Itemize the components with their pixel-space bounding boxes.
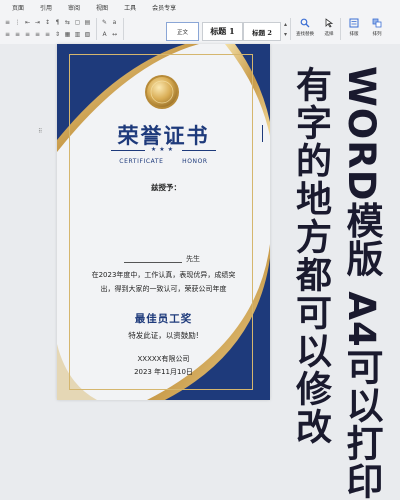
company-name: XXXXX有限公司 <box>137 355 190 363</box>
style-normal-label: 正文 <box>176 29 188 36</box>
title-rule-right <box>182 150 216 151</box>
menu-review[interactable]: 审阅 <box>60 0 88 14</box>
fill-icon[interactable]: ▧ <box>84 31 91 38</box>
sort-icon[interactable]: ↕ <box>44 19 51 26</box>
select-icon <box>325 18 334 28</box>
style-heading-2-label: 标题 2 <box>252 28 272 37</box>
promo-text-edit: 有字的地方都可以修改 <box>290 66 331 446</box>
show-marks-icon[interactable]: ¶ <box>54 19 61 26</box>
separator <box>290 18 291 40</box>
text-cursor <box>262 125 263 142</box>
subtitle-honor: HONOR <box>182 158 208 165</box>
body-line-2: 出，得到大家的一致认可，荣获公司年度 <box>100 285 227 293</box>
ribbon-toolbar: 页面 引用 审阅 视图 工具 会员专享 ≡ ⋮ ⇤ ⇥ ↕ ¶ ⇆ ▢ ▤ ≡ … <box>0 0 400 45</box>
style-scroll-up-icon[interactable]: ▴ <box>282 21 289 28</box>
numbered-list-icon[interactable]: ⋮ <box>14 19 21 26</box>
table-move-handle-icon[interactable]: ⠿ <box>38 128 42 135</box>
layout-icon <box>349 18 359 28</box>
select-label: 选择 <box>324 32 334 37</box>
body-line-1: 在2023年度中，工作认真，表现优异，成绩突 <box>91 271 236 279</box>
title-stars: ★★★ <box>150 146 177 153</box>
bullet-list-icon[interactable]: ≡ <box>4 19 11 26</box>
text-direction-icon[interactable]: ⇆ <box>64 19 71 26</box>
honorific: 先生 <box>186 255 200 263</box>
arrange-label: 排列 <box>372 32 382 37</box>
menu-bar: 页面 引用 审阅 视图 工具 会员专享 <box>0 0 400 14</box>
tool-row: ≡ ⋮ ⇤ ⇥ ↕ ¶ ⇆ ▢ ▤ ≡ ≡ ≡ ≡ ≡ ⇕ ▦ ▥ ▧ ✎ A … <box>0 15 400 44</box>
align-center-icon[interactable]: ≡ <box>14 31 21 38</box>
arrange-button[interactable]: 排列 <box>364 16 390 42</box>
gold-seal-icon <box>145 75 179 109</box>
encourage-text: 特发此证，以资鼓励! <box>128 331 199 340</box>
menu-tools[interactable]: 工具 <box>116 0 144 14</box>
menu-references[interactable]: 引用 <box>32 0 60 14</box>
align-right-icon[interactable]: ≡ <box>24 31 31 38</box>
arrange-icon <box>372 18 382 28</box>
subtitle-certificate: CERTIFICATE <box>119 158 164 165</box>
issue-date: 2023 年11月10日 <box>134 368 193 376</box>
text-box-icon[interactable]: A <box>101 31 108 38</box>
decrease-indent-icon[interactable]: ⇤ <box>24 19 31 26</box>
menu-page[interactable]: 页面 <box>0 0 32 14</box>
find-replace-button[interactable]: 查找替换 <box>292 16 318 42</box>
char-format-icon[interactable]: a <box>111 19 118 26</box>
distribute-icon[interactable]: ≡ <box>44 31 51 38</box>
style-heading-1-label: 标题 1 <box>210 26 235 36</box>
promo-text-a4: WORD模版 A4可以打印 <box>340 66 383 500</box>
border-icon[interactable]: ▢ <box>74 19 81 26</box>
style-scroll-down-icon[interactable]: ▾ <box>282 31 289 38</box>
justify-icon[interactable]: ≡ <box>34 31 41 38</box>
column-icon[interactable]: ▥ <box>74 31 81 38</box>
style-normal[interactable]: 正文 <box>166 22 199 41</box>
award-name: 最佳员工奖 <box>134 313 193 325</box>
find-replace-icon <box>300 18 310 28</box>
style-heading-1[interactable]: 标题 1 <box>202 22 243 41</box>
char-spacing-icon[interactable]: ↔ <box>111 31 118 38</box>
award-to-label: 兹授予： <box>151 183 181 192</box>
table-icon[interactable]: ▦ <box>64 31 71 38</box>
document-canvas: ⠿ 荣誉证书 ★★★ CERTIFICATE HONOR 兹授予： 先生 在20… <box>0 44 400 500</box>
select-button[interactable]: 选择 <box>316 16 342 42</box>
separator <box>123 18 124 40</box>
menu-view[interactable]: 视图 <box>88 0 116 14</box>
certificate-page[interactable]: 荣誉证书 ★★★ CERTIFICATE HONOR 兹授予： 先生 在2023… <box>57 44 270 400</box>
certificate-subtitle: CERTIFICATE HONOR <box>57 158 270 165</box>
recipient-name-line[interactable] <box>124 262 182 263</box>
shading-icon[interactable]: ▤ <box>84 19 91 26</box>
find-replace-label: 查找替换 <box>296 32 314 37</box>
increase-indent-icon[interactable]: ⇥ <box>34 19 41 26</box>
menu-member[interactable]: 会员专享 <box>144 0 184 14</box>
align-left-icon[interactable]: ≡ <box>4 31 11 38</box>
format-painter-icon[interactable]: ✎ <box>101 19 108 26</box>
separator <box>96 18 97 40</box>
line-spacing-icon[interactable]: ⇕ <box>54 31 61 38</box>
style-heading-2[interactable]: 标题 2 <box>243 22 281 41</box>
